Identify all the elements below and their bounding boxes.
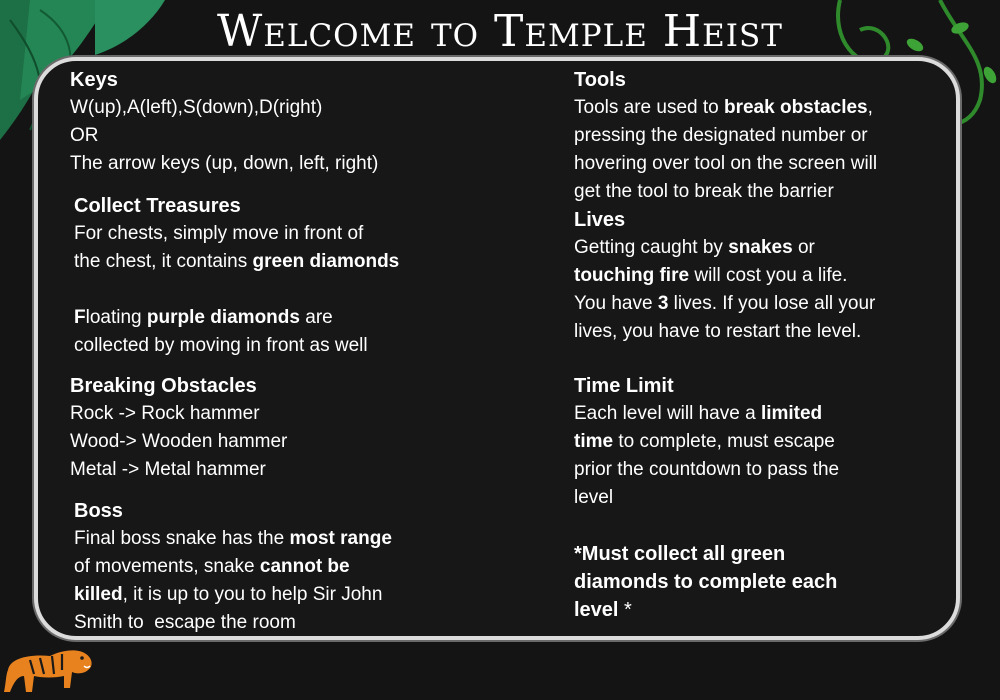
text-span: lives. If you lose all your	[668, 293, 876, 314]
treasures-section: Collect Treasures For chests, simply mov…	[74, 192, 399, 360]
note-line: level *	[574, 596, 837, 624]
bold-text: time	[574, 431, 614, 452]
boss-line: of movements, snake cannot be	[74, 553, 392, 581]
game-instructions-screen: Welcome to Temple Heist Keys W(up),A(lef…	[0, 0, 1000, 700]
text-span: *	[618, 599, 632, 621]
lives-line: Getting caught by snakes or	[574, 234, 875, 262]
time-limit-heading: Time Limit	[574, 375, 674, 397]
tools-line: hovering over tool on the screen will	[574, 153, 878, 174]
bold-text: level	[574, 599, 619, 621]
boss-section: Boss Final boss snake has the most range…	[74, 497, 392, 637]
text-span: the chest, it contains	[74, 251, 253, 272]
treasures-line: the chest, it contains green diamonds	[74, 248, 399, 276]
time-limit-section: Time Limit Each level will have a limite…	[574, 372, 839, 512]
obstacles-section: Breaking Obstacles Rock -> Rock hammer W…	[70, 372, 287, 484]
tools-line: Tools are used to break obstacles,	[574, 94, 877, 122]
text-span: ,	[867, 97, 873, 118]
boss-heading: Boss	[74, 500, 123, 522]
time-limit-line: prior the countdown to pass the	[574, 459, 840, 480]
tools-line: get the tool to break the barrier	[574, 181, 834, 202]
treasures-heading: Collect Treasures	[74, 195, 241, 217]
requirement-note: *Must collect all green diamonds to comp…	[574, 540, 837, 624]
treasures-line: For chests, simply move in front of	[74, 223, 364, 244]
bold-text: touching fire	[574, 265, 690, 286]
lives-line: touching fire will cost you a life.	[574, 262, 875, 290]
text-span: Getting caught by	[574, 237, 729, 258]
text-span: will cost you a life.	[689, 265, 848, 286]
time-limit-line: time to complete, must escape	[574, 428, 839, 456]
bold-text: limited	[760, 403, 823, 424]
bold-text: F	[74, 307, 86, 328]
keys-line: The arrow keys (up, down, left, right)	[70, 153, 379, 174]
keys-section: Keys W(up),A(left),S(down),D(right) OR T…	[70, 66, 378, 178]
tools-section: Tools Tools are used to break obstacles,…	[574, 66, 877, 206]
time-limit-line: Each level will have a limited	[574, 400, 839, 428]
bold-text: green diamonds	[252, 251, 400, 272]
text-span: loating	[85, 307, 147, 328]
text-span: or	[792, 237, 815, 258]
tools-heading: Tools	[574, 69, 626, 91]
lives-line: You have 3 lives. If you lose all your	[574, 290, 875, 318]
tiger-icon	[4, 650, 92, 692]
obstacles-line: Wood-> Wooden hammer	[70, 431, 288, 452]
bold-text: cannot be	[259, 556, 350, 577]
obstacles-heading: Breaking Obstacles	[70, 375, 257, 397]
text-span: are	[299, 307, 333, 328]
lives-heading: Lives	[574, 209, 626, 231]
boss-line: Smith to escape the room	[74, 612, 296, 633]
keys-line: W(up),A(left),S(down),D(right)	[70, 97, 323, 118]
treasures-line: collected by moving in front as well	[74, 335, 368, 356]
bold-text: break obstacles	[723, 97, 868, 118]
treasures-line: Floating purple diamonds are	[74, 304, 399, 332]
text-span: , it is up to you to help Sir John	[122, 584, 383, 605]
note-line: *Must collect all green	[574, 543, 786, 565]
text-span: Tools are used to	[574, 97, 724, 118]
text-span: of movements, snake	[74, 556, 260, 577]
bold-text: 3	[657, 293, 669, 314]
obstacles-line: Metal -> Metal hammer	[70, 459, 266, 480]
text-span: You have	[574, 293, 658, 314]
bold-text: purple diamonds	[146, 307, 300, 328]
tools-line: pressing the designated number or	[574, 125, 868, 146]
text-span: Each level will have a	[574, 403, 761, 424]
text-span: Final boss snake has the	[74, 528, 290, 549]
lives-section: Lives Getting caught by snakes or touchi…	[574, 206, 875, 346]
text-span: to complete, must escape	[613, 431, 835, 452]
page-title: Welcome to Temple Heist	[217, 6, 783, 57]
time-limit-line: level	[574, 487, 614, 508]
keys-heading: Keys	[70, 69, 118, 91]
bold-text: killed	[74, 584, 123, 605]
boss-line: Final boss snake has the most range	[74, 525, 392, 553]
keys-line: OR	[70, 125, 99, 146]
boss-line: killed, it is up to you to help Sir John	[74, 581, 392, 609]
bold-text: snakes	[728, 237, 793, 258]
bold-text: most range	[289, 528, 392, 549]
obstacles-line: Rock -> Rock hammer	[70, 403, 260, 424]
note-line: diamonds to complete each	[574, 571, 838, 593]
lives-line: lives, you have to restart the level.	[574, 321, 862, 342]
